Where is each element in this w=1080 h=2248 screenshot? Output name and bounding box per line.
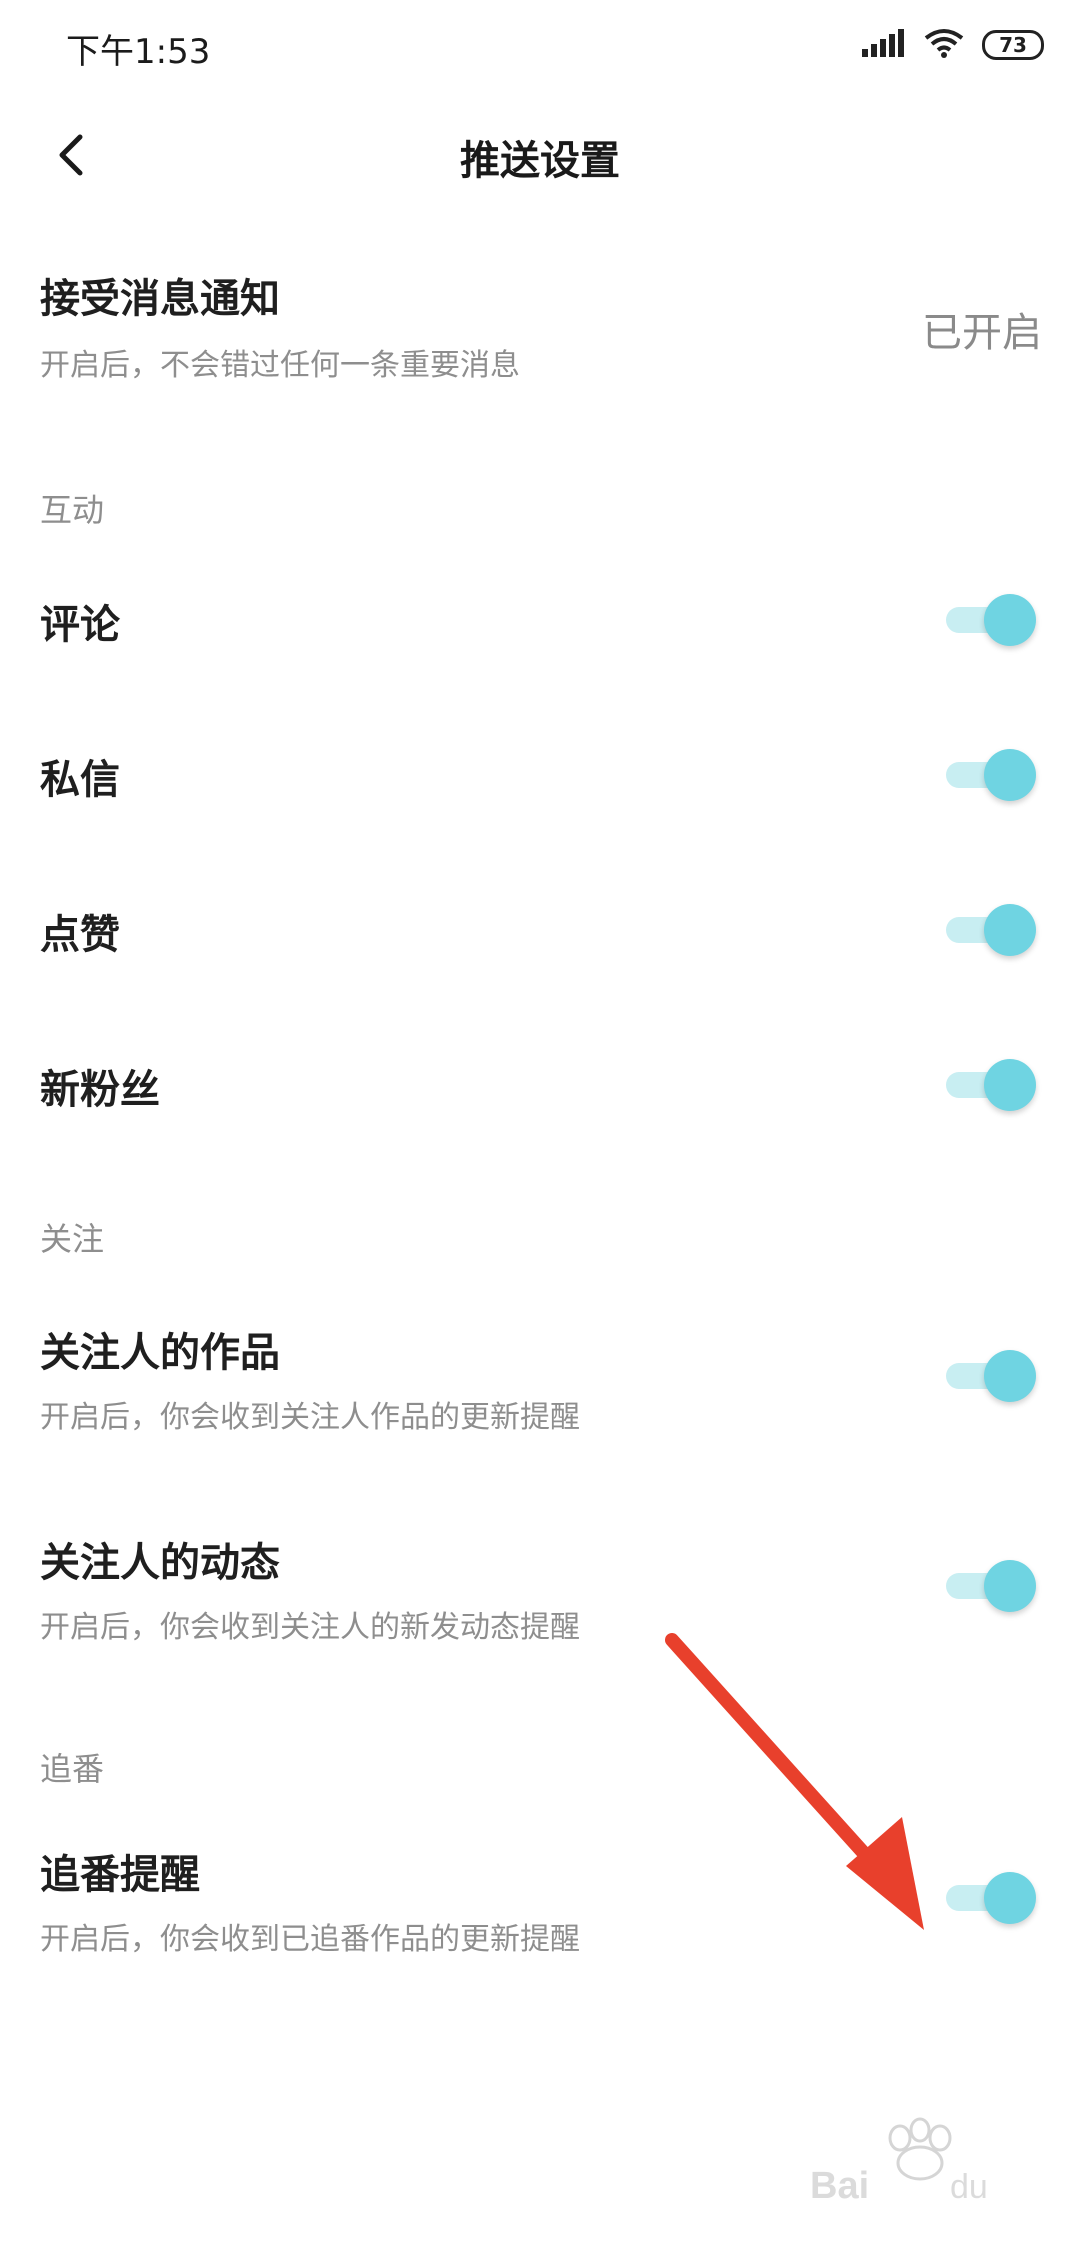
setting-subtitle-anime-reminder: 开启后，你会收到已追番作品的更新提醒	[40, 1922, 580, 1957]
signal-icon	[862, 29, 906, 61]
toggle-knob	[984, 1872, 1036, 1924]
setting-row-like: 点赞	[0, 890, 1080, 970]
setting-row-anime-reminder: 追番提醒 开启后，你会收到已追番作品的更新提醒	[0, 1842, 1080, 1972]
section-interaction: 互动	[0, 485, 1080, 545]
setting-title-like: 点赞	[40, 912, 120, 958]
toggle-knob	[984, 1560, 1036, 1612]
toggle-like[interactable]	[944, 900, 1036, 960]
status-bar: 下午1:53 73	[0, 0, 1080, 100]
section-label-follow: 关注	[40, 1220, 105, 1258]
section-label-interaction: 互动	[40, 491, 105, 529]
setting-title-message: 私信	[40, 757, 120, 803]
section-label-anime: 追番	[40, 1750, 105, 1788]
status-icons: 73	[862, 28, 1044, 62]
section-anime: 追番	[0, 1744, 1080, 1804]
setting-title-anime-reminder: 追番提醒	[40, 1852, 200, 1898]
toggle-new-fans[interactable]	[944, 1055, 1036, 1115]
svg-text:Bai: Bai	[810, 2165, 869, 2207]
setting-row-new-fans: 新粉丝	[0, 1045, 1080, 1125]
toggle-comment[interactable]	[944, 590, 1036, 650]
setting-title-comment: 评论	[40, 602, 120, 648]
receive-notification-subtitle: 开启后，不会错过任何一条重要消息	[40, 348, 520, 383]
toggle-followed-works[interactable]	[944, 1346, 1036, 1406]
receive-notification-status: 已开启	[922, 310, 1042, 356]
toggle-knob	[984, 1059, 1036, 1111]
setting-row-message: 私信	[0, 735, 1080, 815]
toggle-knob	[984, 749, 1036, 801]
toggle-anime-reminder[interactable]	[944, 1868, 1036, 1928]
status-time: 下午1:53	[66, 32, 211, 72]
section-follow: 关注	[0, 1214, 1080, 1274]
setting-row-followed-moments: 关注人的动态 开启后，你会收到关注人的新发动态提醒	[0, 1530, 1080, 1660]
setting-subtitle-followed-moments: 开启后，你会收到关注人的新发动态提醒	[40, 1610, 580, 1645]
toggle-message[interactable]	[944, 745, 1036, 805]
baidu-watermark: Bai du	[810, 2117, 988, 2207]
toggle-followed-moments[interactable]	[944, 1556, 1036, 1616]
toggle-knob	[984, 1350, 1036, 1402]
header: 推送设置	[0, 100, 1080, 210]
page-title: 推送设置	[460, 138, 620, 184]
wifi-icon	[924, 28, 964, 62]
setting-row-comment: 评论	[0, 580, 1080, 660]
setting-title-followed-works: 关注人的作品	[40, 1330, 280, 1376]
svg-text:du: du	[950, 2168, 988, 2206]
receive-notification-row[interactable]: 接受消息通知 开启后，不会错过任何一条重要消息 已开启	[0, 260, 1080, 410]
setting-title-followed-moments: 关注人的动态	[40, 1540, 280, 1586]
setting-title-new-fans: 新粉丝	[40, 1067, 160, 1113]
toggle-knob	[984, 904, 1036, 956]
setting-subtitle-followed-works: 开启后，你会收到关注人作品的更新提醒	[40, 1400, 580, 1435]
setting-row-followed-works: 关注人的作品 开启后，你会收到关注人作品的更新提醒	[0, 1320, 1080, 1450]
battery-icon: 73	[982, 30, 1044, 60]
toggle-knob	[984, 594, 1036, 646]
receive-notification-title: 接受消息通知	[40, 276, 280, 322]
